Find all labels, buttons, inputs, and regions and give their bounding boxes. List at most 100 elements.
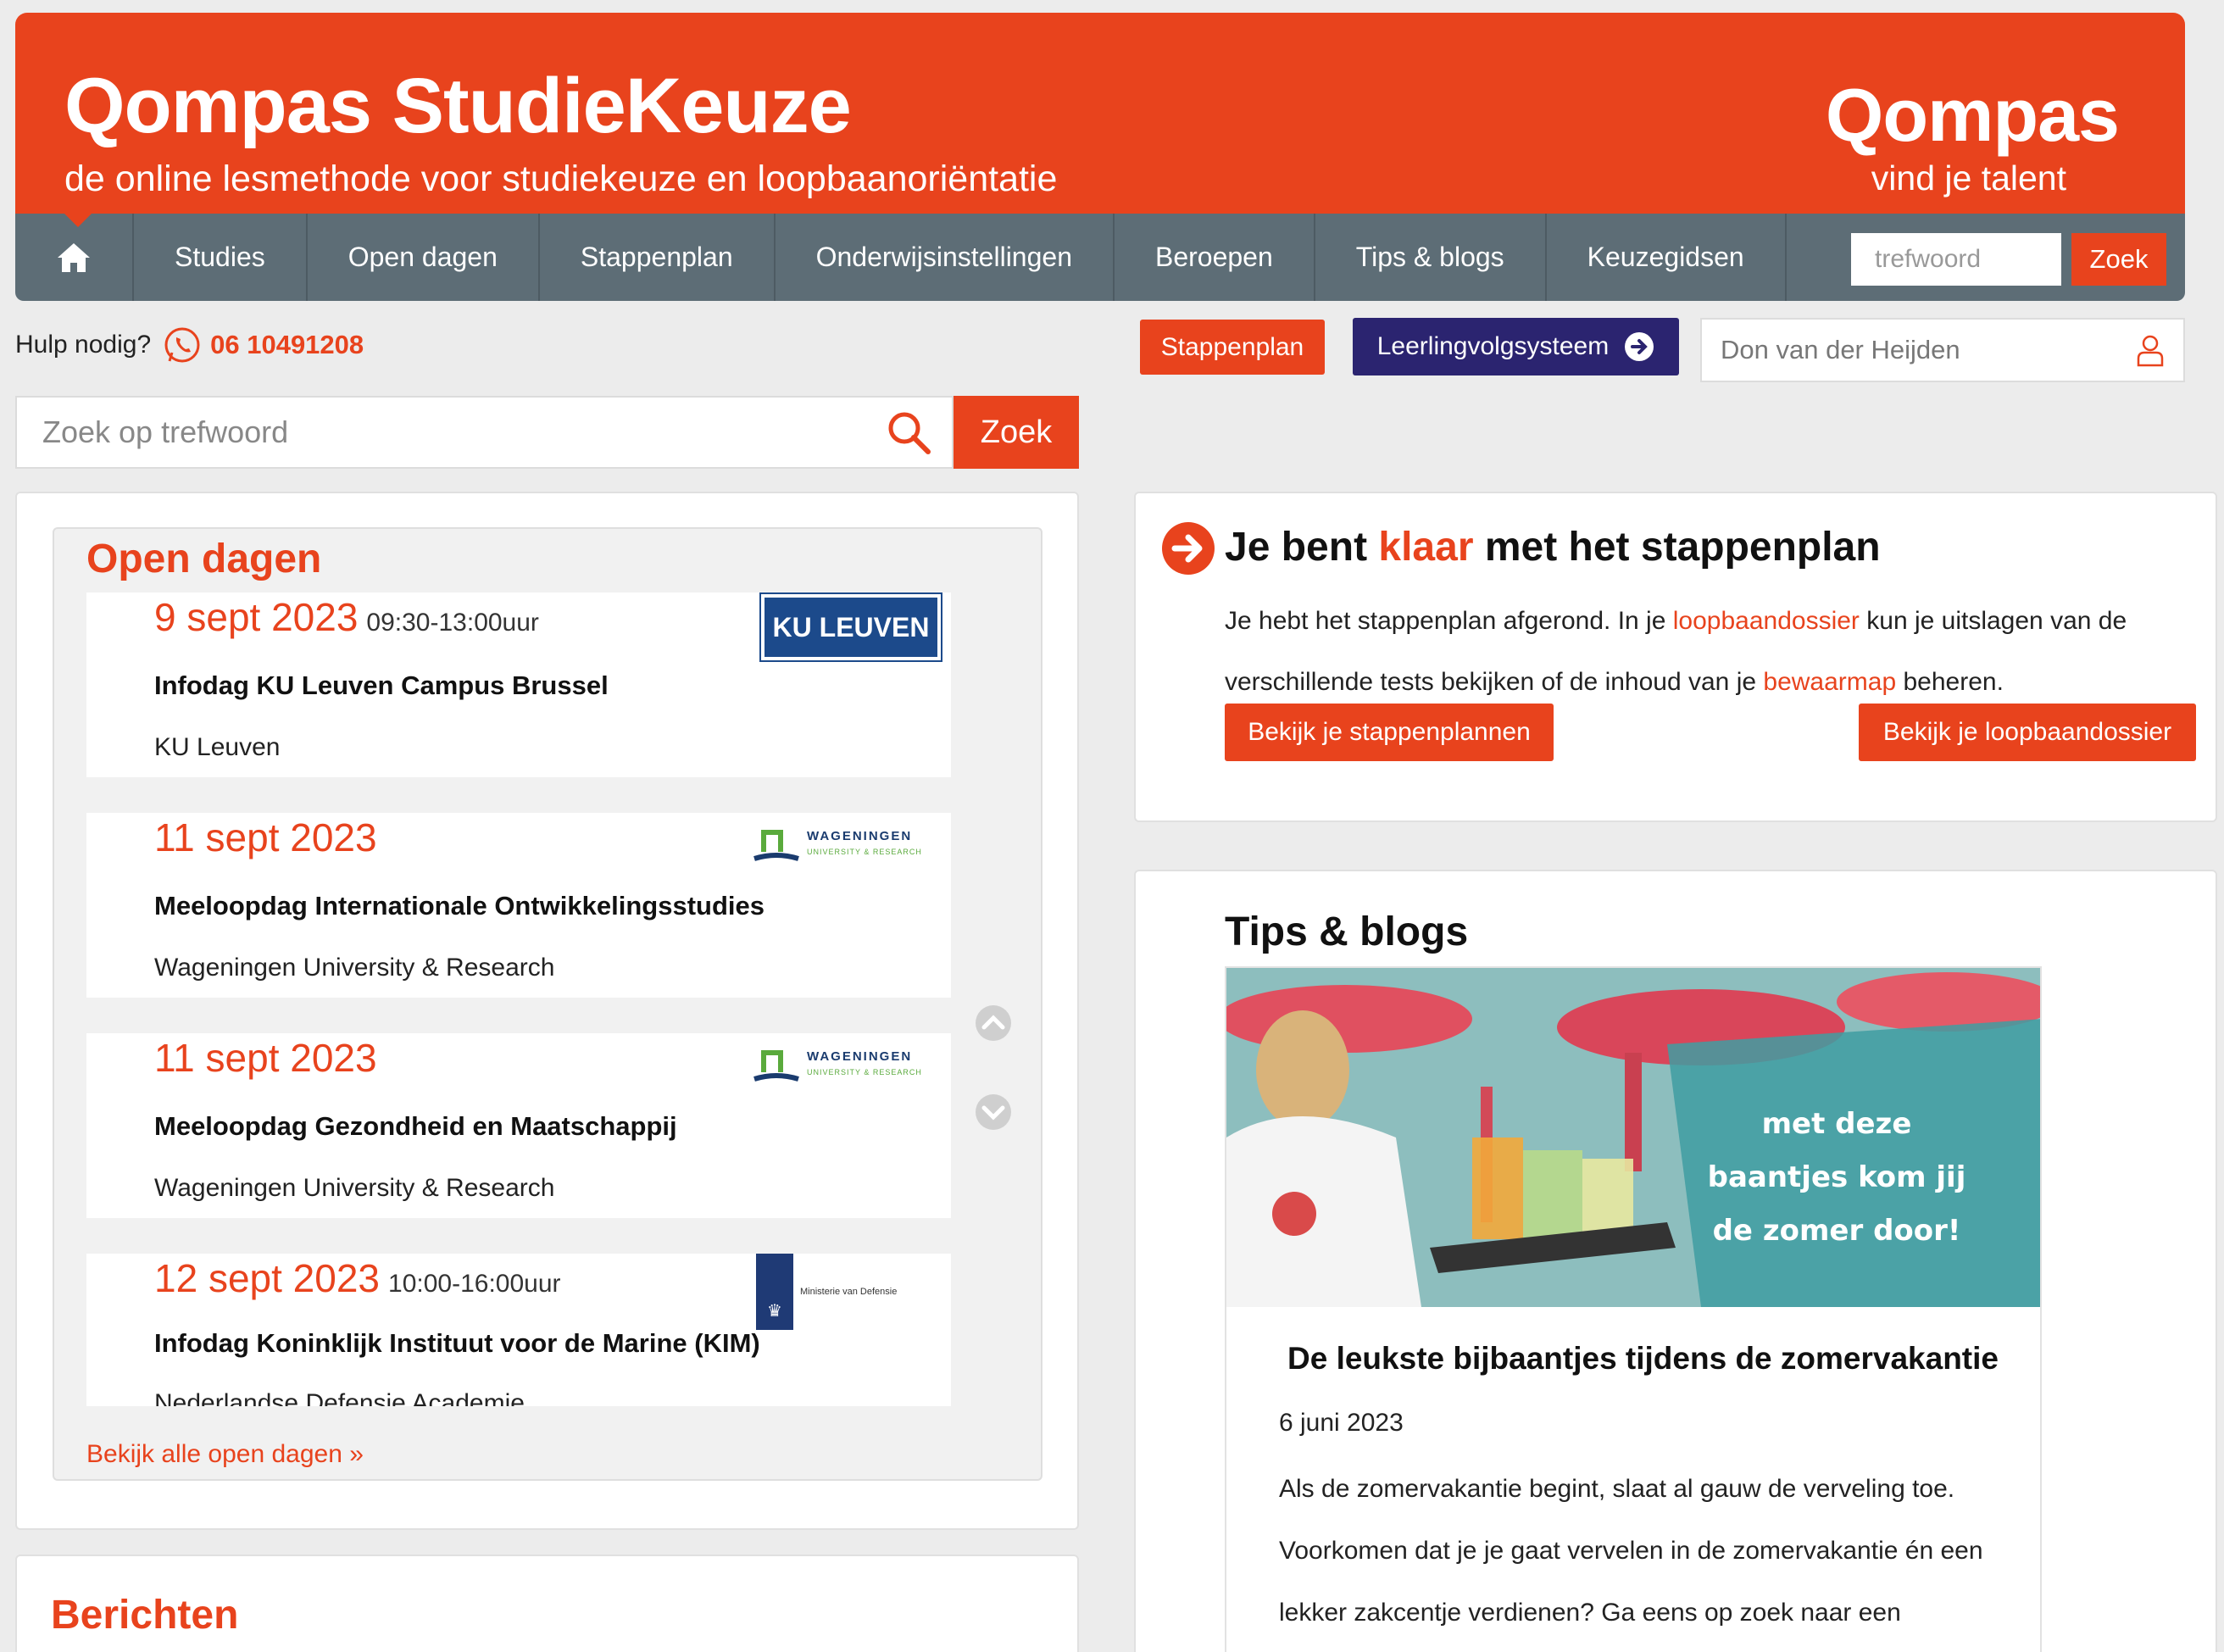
wageningen-mark-icon [753,1050,799,1082]
stappenplan-done-text: Je hebt het stappenplan afgerond. In je … [1225,591,2191,713]
wageningen-logo-word: WAGENINGEN [807,1049,913,1064]
nav-search-input[interactable]: trefwoord [1851,233,2061,286]
title-highlight: klaar [1378,525,1474,570]
wageningen-logo-sub: UNIVERSITY & RESEARCH [807,848,922,856]
stappenplan-done-title: Je bent klaar met het stappenplan [1225,524,1881,570]
leerlingvolgsysteem-label: Leerlingvolgsysteem [1376,332,1610,360]
stappenplan-done-panel: Je bent klaar met het stappenplan Je heb… [1134,492,2217,822]
view-loopbaandossier-button[interactable]: Bekijk je loopbaandossier [1859,704,2196,761]
event-card[interactable]: 12 sept 2023 10:00-16:00uur Infodag Konin… [86,1254,951,1406]
whatsapp-icon [164,327,200,363]
site-subtitle: de online lesmethode voor studiekeuze en… [64,159,1058,199]
help-line: Hulp nodig? 06 10491208 [15,325,364,364]
event-card[interactable]: 9 sept 2023 09:30-13:00uur Infodag KU Leu… [86,592,951,777]
blog-date: 6 juni 2023 [1279,1409,1404,1437]
event-time: 09:30-13:00uur [366,609,539,637]
main-search-input[interactable]: Zoek op trefwoord [15,396,954,469]
view-stappenplannen-button[interactable]: Bekijk je stappenplannen [1225,704,1554,761]
open-dagen-title: Open dagen [86,537,322,581]
wageningen-logo-text: WAGENINGEN UNIVERSITY & RESEARCH [807,1049,922,1080]
event-card[interactable]: 11 sept 2023 Meeloopdag Internationale O… [86,813,951,998]
tips-blogs-panel: Tips & blogs met deze baantjes kom jij d… [1134,870,2217,1652]
nav-item-beroepen[interactable]: Beroepen [1115,214,1315,301]
wageningen-logo-text: WAGENINGEN UNIVERSITY & RESEARCH [807,829,922,859]
blog-excerpt: Als de zomervakantie begint, slaat al ga… [1279,1475,1983,1627]
event-date-line: 11 sept 2023 [154,815,377,860]
nav-item-stappenplan[interactable]: Stappenplan [540,214,776,301]
event-name[interactable]: Meeloopdag Gezondheid en Maatschappij [154,1111,677,1142]
wageningen-mark-icon [753,830,799,861]
berichten-title: Berichten [51,1593,239,1638]
event-time: 10:00-16:00uur [388,1270,561,1298]
scroll-up-icon[interactable] [974,1004,1013,1043]
site-title[interactable]: Qompas StudieKeuze [64,62,852,151]
wageningen-logo-sub: UNIVERSITY & RESEARCH [807,1068,922,1076]
defensie-logo-text: Ministerie van Defensie [800,1287,898,1297]
blog-card[interactable]: met deze baantjes kom jij de zomer door!… [1225,966,2042,1652]
blog-image-caption-line: met deze [1762,1107,1912,1141]
arrow-right-circle-icon [1162,522,1215,575]
blog-image[interactable]: met deze baantjes kom jij de zomer door! [1226,968,2042,1307]
blog-image-caption-line: baantjes kom jij [1708,1160,1966,1194]
text-part: Je hebt het stappenplan afgerond. In je [1225,607,1673,635]
nav-search: trefwoord Zoek [1851,233,2166,286]
title-prefix: Je bent [1225,525,1379,570]
leerlingvolgsysteem-button[interactable]: Leerlingvolgsysteem [1353,318,1679,375]
nav-item-onderwijsinstellingen[interactable]: Onderwijsinstellingen [776,214,1115,301]
event-date-line: 11 sept 2023 [154,1035,377,1081]
stappenplan-button[interactable]: Stappenplan [1140,320,1325,375]
event-org: Nederlandse Defensie Academie [154,1389,525,1406]
nav-item-open-dagen[interactable]: Open dagen [308,214,540,301]
defensie-crest-icon: ♛ [756,1254,793,1330]
open-dagen-panel: Open dagen 9 sept 2023 09:30-13:00uur Inf… [15,492,1079,1530]
event-org: Wageningen University & Research [154,1174,555,1202]
event-org: Wageningen University & Research [154,954,555,982]
header-banner: Qompas StudieKeuze de online lesmethode … [15,13,2185,214]
main-search-placeholder: Zoek op trefwoord [42,414,289,449]
event-org: KU Leuven [154,733,281,761]
nav-item-studies[interactable]: Studies [134,214,308,301]
qompas-logo[interactable]: Qompas [1826,72,2120,159]
event-name[interactable]: Infodag KU Leuven Campus Brussel [154,670,609,701]
event-date-line: 9 sept 2023 09:30-13:00uur [154,594,539,640]
loopbaandossier-link[interactable]: loopbaandossier [1673,607,1860,635]
berichten-panel: Berichten [15,1555,1079,1652]
help-phone[interactable]: 06 10491208 [210,330,364,360]
wageningen-logo: WAGENINGEN UNIVERSITY & RESEARCH [753,823,948,865]
event-card[interactable]: 11 sept 2023 Meeloopdag Gezondheid en Ma… [86,1033,951,1218]
event-name[interactable]: Meeloopdag Internationale Ontwikkelingss… [154,891,764,921]
event-date: 9 sept 2023 [154,595,359,639]
help-label: Hulp nodig? [15,331,152,359]
main-search: Zoek op trefwoord Zoek [15,396,1079,469]
user-icon [2137,335,2164,367]
title-suffix: met het stappenplan [1473,525,1881,570]
defensie-logo: ♛ Ministerie van Defensie [756,1254,934,1330]
tips-blogs-title: Tips & blogs [1225,909,1469,954]
nav-item-keuzegidsen[interactable]: Keuzegidsen [1547,214,1787,301]
wageningen-logo: WAGENINGEN UNIVERSITY & RESEARCH [753,1043,948,1086]
event-date-line: 12 sept 2023 10:00-16:00uur [154,1255,561,1301]
event-date: 12 sept 2023 [154,1256,381,1300]
site-header: Qompas StudieKeuze de online lesmethode … [15,13,2185,301]
bewaarmap-link[interactable]: bewaarmap [1763,668,1896,696]
arrow-right-circle-icon [1625,332,1654,361]
logo-tagline: vind je talent [1871,159,2066,197]
wageningen-logo-word: WAGENINGEN [807,829,913,843]
user-account[interactable]: Don van der Heijden [1700,318,2185,382]
blog-image-caption-line: de zomer door! [1713,1214,1961,1248]
home-icon [58,242,90,272]
scroll-down-icon[interactable] [974,1093,1013,1132]
event-date: 11 sept 2023 [154,1036,377,1080]
ku-leuven-logo: KU LEUVEN [759,592,942,662]
search-icon[interactable] [886,409,933,457]
all-open-dagen-link[interactable]: Bekijk alle open dagen » [86,1440,364,1469]
blog-title[interactable]: De leukste bijbaantjes tijdens de zomerv… [1287,1341,1999,1377]
user-name: Don van der Heijden [1721,335,1960,364]
nav-search-button[interactable]: Zoek [2071,233,2166,286]
event-name[interactable]: Infodag Koninklijk Instituut voor de Mar… [154,1328,760,1359]
main-search-button[interactable]: Zoek [954,396,1079,469]
nav-item-tips-blogs[interactable]: Tips & blogs [1315,214,1547,301]
text-part: beheren. [1896,668,2004,696]
main-nav: Studies Open dagen Stappenplan Onderwijs… [15,214,2185,301]
nav-home[interactable] [15,214,134,301]
